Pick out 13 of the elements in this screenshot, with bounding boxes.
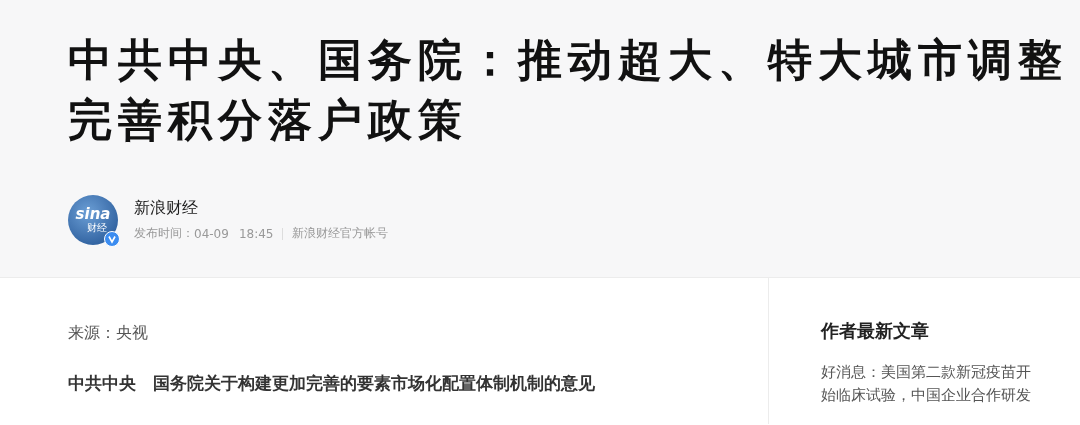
sidebar-title: 作者最新文章 bbox=[821, 319, 930, 343]
author-avatar[interactable]: sina 财经 bbox=[68, 195, 118, 245]
publish-time: 18:45 bbox=[238, 226, 274, 241]
source-text: 来源：央视 bbox=[68, 323, 149, 344]
logo-text: sina bbox=[75, 207, 111, 222]
publish-date: 04-09 bbox=[194, 226, 229, 241]
author-name[interactable]: 新浪财经 bbox=[134, 198, 198, 217]
section-heading: 中共中央 国务院关于构建更加完善的要素市场化配置体制机制的意见 bbox=[68, 372, 596, 395]
logo-subtext: 财经 bbox=[87, 222, 107, 233]
article-link[interactable]: 好消息：美国第二款新冠疫苗开始临床试验，中国企业合作研发 bbox=[821, 361, 1036, 407]
article-title: 中共中央、国务院：推动超大、特大城市调整完善积分落户政策 bbox=[68, 33, 1068, 147]
publish-label: 发布时间： bbox=[134, 225, 194, 242]
account-label: 新浪财经官方帐号 bbox=[292, 225, 389, 242]
